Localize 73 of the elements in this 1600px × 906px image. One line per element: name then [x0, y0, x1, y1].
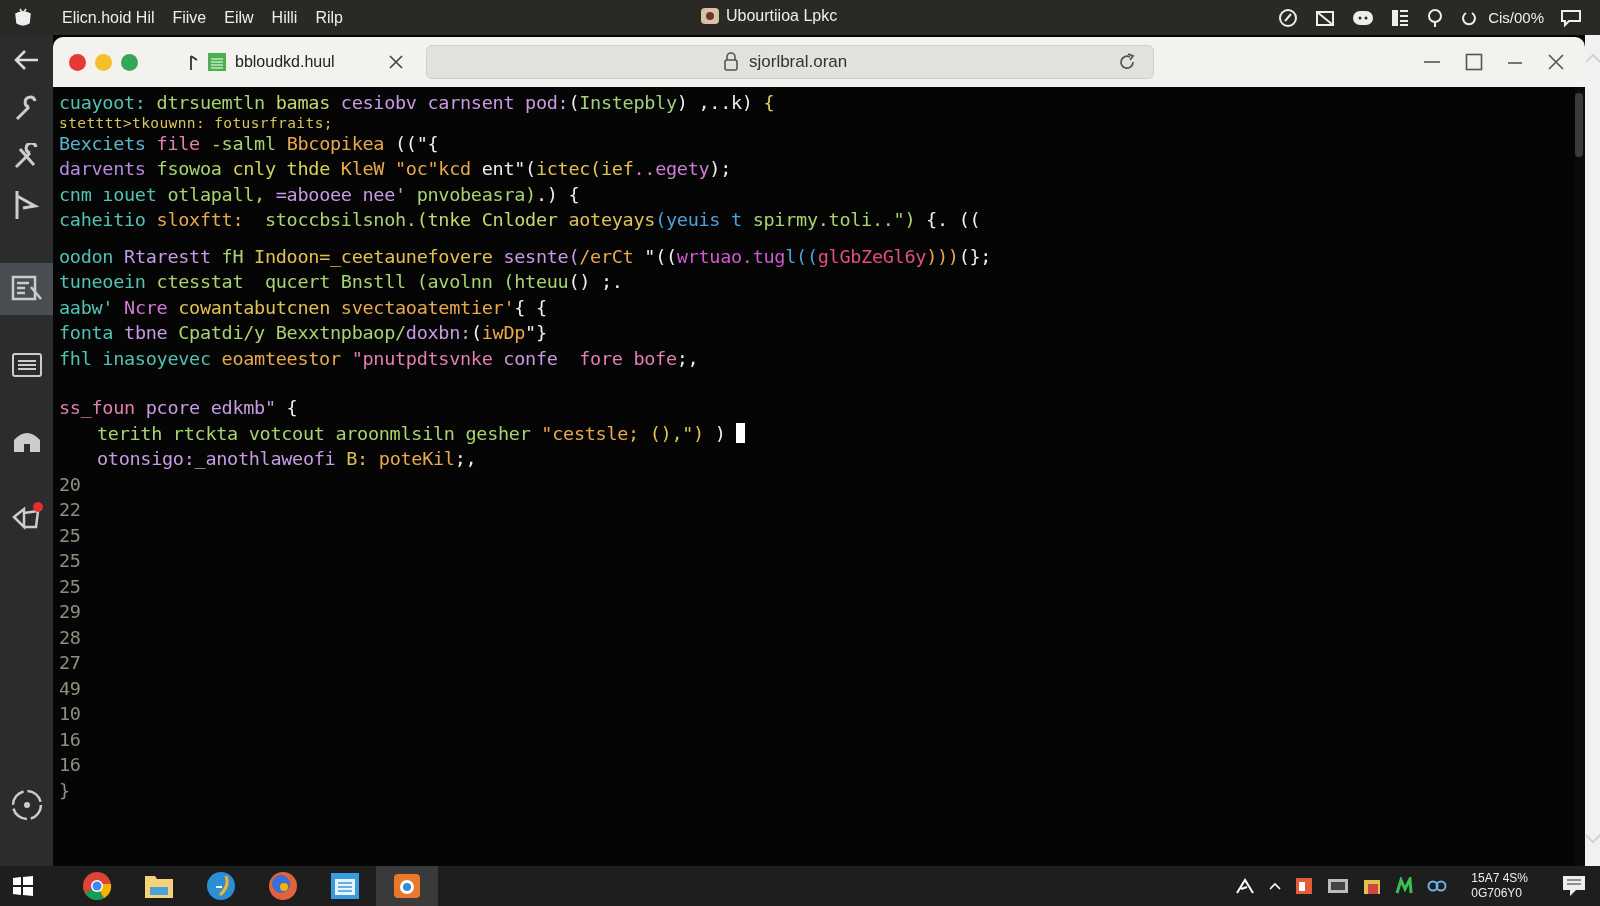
code-line: cuayoot: dtrsuemtln bamas cesiobv carnsent pod:(Instepbly) ,..k) {	[59, 91, 776, 115]
spreadsheet-icon	[207, 52, 227, 72]
list-icon	[11, 353, 42, 377]
taskbar-app[interactable]	[376, 866, 438, 906]
code-line: aabw' Ncre cowantabutcnen svectaoatemtier'{ {	[59, 295, 548, 320]
line-number: 16	[59, 753, 82, 777]
notification-icon[interactable]	[1562, 875, 1586, 897]
clock-text: 0G706Y0	[1471, 886, 1523, 901]
app-logo-icon	[700, 7, 720, 25]
line-number: 25	[59, 574, 82, 599]
code-line: tuneoein ctesstat qucert Bnstll (avolnn (hteuu() ;.	[59, 270, 624, 294]
pen-circle-icon[interactable]	[1278, 7, 1299, 28]
line-number: 22	[59, 498, 82, 522]
code-line: oodon Rtarestt fH Indoon=_ceetaunefovere sesnte(/erCt "((wrtuao.tugl((glGbZeGl6y)))(};	[59, 244, 993, 269]
chevron-down-icon[interactable]	[1584, 834, 1600, 844]
font-icon[interactable]	[1235, 878, 1256, 894]
maximize-icon[interactable]	[1465, 53, 1483, 71]
maximize-window-button[interactable]	[121, 53, 138, 71]
globe-icon	[268, 871, 298, 901]
apple-style-logo-icon[interactable]	[12, 6, 34, 29]
code-line: stetttt>tkouwnn: fotusrfraits;	[59, 115, 334, 131]
code-line: otonsigo:_anothlaweofi B: poteKil;,	[96, 447, 478, 471]
line-number: 25	[59, 549, 82, 573]
menu-item[interactable]: Elicn.hoid Hil	[62, 8, 155, 27]
office-icon[interactable]	[1295, 877, 1314, 895]
close-icon[interactable]	[1547, 53, 1565, 71]
line-number: 28	[59, 625, 82, 650]
code-line: fhl inasoyevec eoamteestor "pnutpdtsvnke confe fore bofe;,	[59, 346, 700, 371]
menu-item[interactable]: Fiive	[172, 8, 207, 27]
closing-brace: }	[59, 778, 71, 803]
line-number: 10	[59, 702, 82, 726]
grid-icon[interactable]	[1390, 7, 1411, 28]
line-number: 27	[59, 651, 82, 675]
folder-icon	[144, 873, 174, 899]
line-number: 16	[59, 727, 82, 752]
document-icon	[10, 275, 43, 303]
menu-item[interactable]: Eilw	[224, 8, 254, 27]
sidebar-item[interactable]	[0, 263, 53, 315]
window-title: Ubourtiioa Lpkc	[726, 7, 838, 25]
close-icon[interactable]	[388, 54, 404, 70]
app-circle-icon	[206, 871, 236, 901]
chat-icon[interactable]	[1560, 7, 1582, 28]
code-line: ss_foun pcore edkmb" {	[59, 396, 299, 420]
code-line: Bexciets file -salml Bbcopikea (("{	[59, 131, 440, 156]
back-arrow-icon[interactable]	[13, 49, 40, 71]
lock-icon	[723, 52, 739, 72]
address-bar[interactable]: sjorlbral.oran	[426, 45, 1154, 79]
scrollbar-thumb[interactable]	[1575, 93, 1583, 157]
camera-app-icon	[393, 872, 421, 900]
windows-logo-icon[interactable]	[12, 875, 34, 897]
close-window-button[interactable]	[69, 53, 86, 71]
clock-text: 15A7 4S%	[1471, 871, 1528, 886]
compass-icon[interactable]	[9, 788, 44, 822]
gamepad-icon[interactable]	[1352, 8, 1375, 27]
line-number: 29	[59, 600, 82, 624]
menu-item[interactable]: Rilp	[315, 8, 343, 27]
browser-icon	[82, 871, 112, 901]
battery-status: Cis/00%	[1488, 9, 1544, 26]
reload-icon[interactable]	[1117, 52, 1137, 72]
line-number: 20	[59, 472, 82, 497]
code-line: cahеitio sloxftt: stoccbsilsnoh.(tnke Cnloder aoteyays(yeuis t spirmy.toli..") {. ((	[59, 208, 982, 232]
document-icon	[330, 872, 360, 900]
code-line: darvents fsowoa cnly thde KleW "oc"kcd ent"(ictec(ief..egety);	[59, 157, 733, 181]
colorful-app-icon[interactable]	[1363, 877, 1382, 895]
pin-icon[interactable]	[1426, 7, 1445, 28]
menu-item[interactable]: Hilli	[271, 8, 298, 27]
caret-icon[interactable]	[1269, 882, 1282, 890]
monitor-icon[interactable]	[1327, 877, 1350, 895]
code-line: fonta tbne Cpatdi/y Bexxtnpbaop/doxbn:(iwDp"}	[59, 321, 548, 345]
line-number: 25	[59, 523, 82, 548]
line-number: 49	[59, 676, 82, 701]
code-line: cnm ıouet otlapall, =abooee nee' pnvobeasra).) {	[59, 182, 581, 207]
scrollbar[interactable]	[1575, 87, 1585, 866]
